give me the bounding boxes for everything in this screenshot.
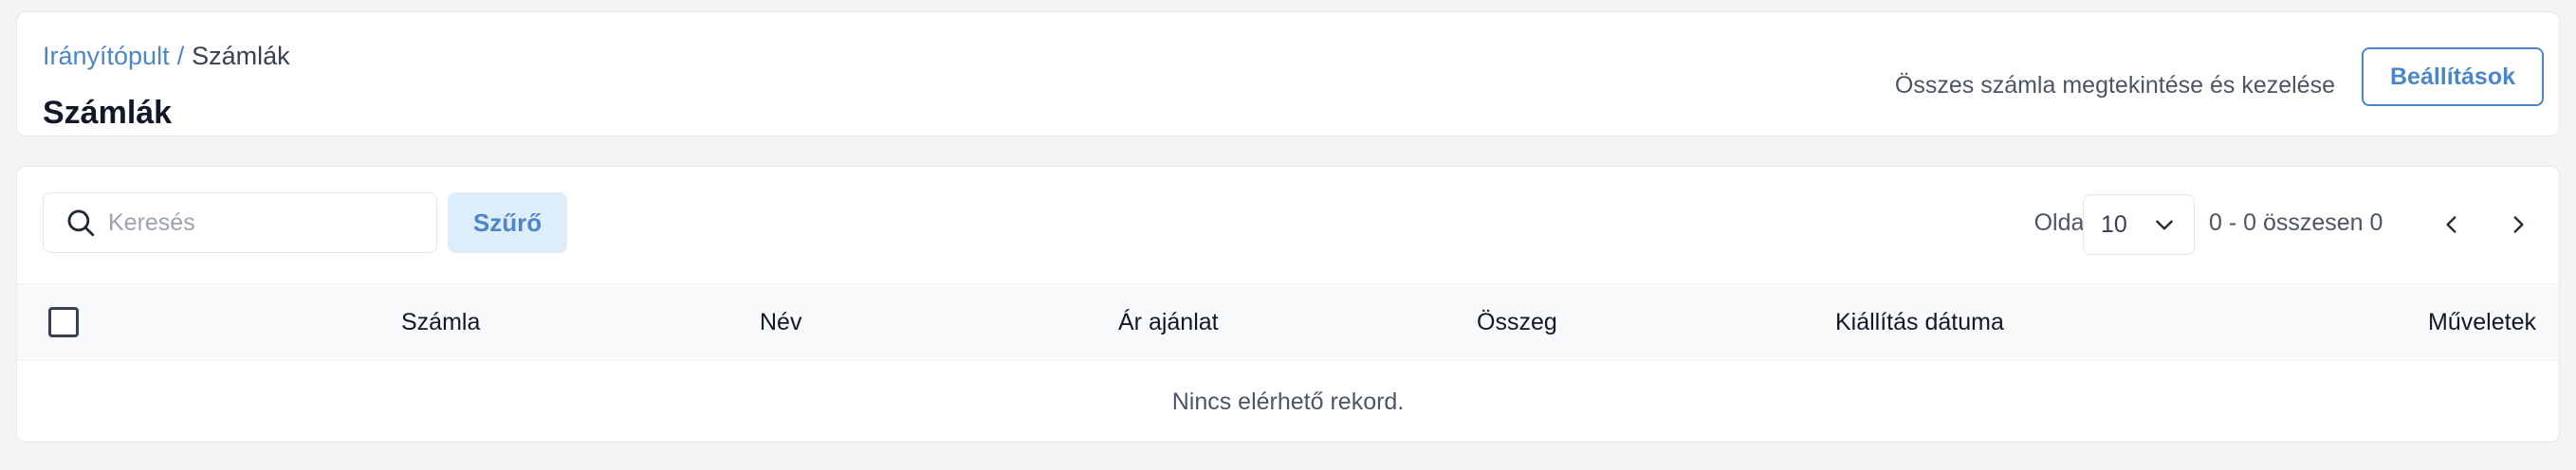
select-all-checkbox[interactable] <box>48 307 79 337</box>
search-input[interactable] <box>108 208 412 237</box>
column-header-amount[interactable]: Összeg <box>1477 284 1557 360</box>
column-header-name[interactable]: Név <box>760 284 801 360</box>
page-title: Számlák <box>43 95 173 131</box>
breadcrumb: Irányítópult / Számlák <box>43 39 290 73</box>
chevron-right-icon <box>2513 216 2524 233</box>
column-header-issue-date[interactable]: Kiállítás dátuma <box>1835 284 2004 360</box>
breadcrumb-separator: / <box>176 42 185 70</box>
next-page-button[interactable] <box>2495 202 2541 247</box>
breadcrumb-home-link[interactable]: Irányítópult <box>43 42 170 70</box>
breadcrumb-current: Számlák <box>192 42 290 70</box>
settings-button[interactable]: Beállítások <box>2362 47 2544 106</box>
column-header-invoice[interactable]: Számla <box>401 284 480 360</box>
previous-page-button[interactable] <box>2429 202 2475 247</box>
search-box[interactable] <box>43 192 437 253</box>
column-header-quote[interactable]: Ár ajánlat <box>1118 284 1219 360</box>
chevron-down-icon <box>2152 212 2177 237</box>
page-header: Irányítópult / Számlák Számlák Összes szám… <box>16 11 2560 136</box>
table-toolbar: Szűrő Oldalanként 10 0 - 0 összesen 0 <box>17 167 2559 283</box>
invoices-table-card: Szűrő Oldalanként 10 0 - 0 összesen 0 Sz… <box>16 166 2560 443</box>
chevron-left-icon <box>2446 216 2456 233</box>
per-page-select[interactable]: 10 <box>2083 194 2195 255</box>
search-icon <box>64 207 97 239</box>
empty-state-message: Nincs elérhető rekord. <box>1171 388 1405 415</box>
table-header: Számla Név Ár ajánlat Összeg Kiállítás d… <box>17 283 2559 361</box>
column-header-actions: Műveletek <box>2428 308 2536 335</box>
page-description: Összes számla megtekintése és kezelése <box>1894 72 2335 99</box>
filter-button[interactable]: Szűrő <box>448 192 567 253</box>
pagination-range: 0 - 0 összesen 0 <box>2209 209 2383 236</box>
per-page-value: 10 <box>2101 210 2127 238</box>
